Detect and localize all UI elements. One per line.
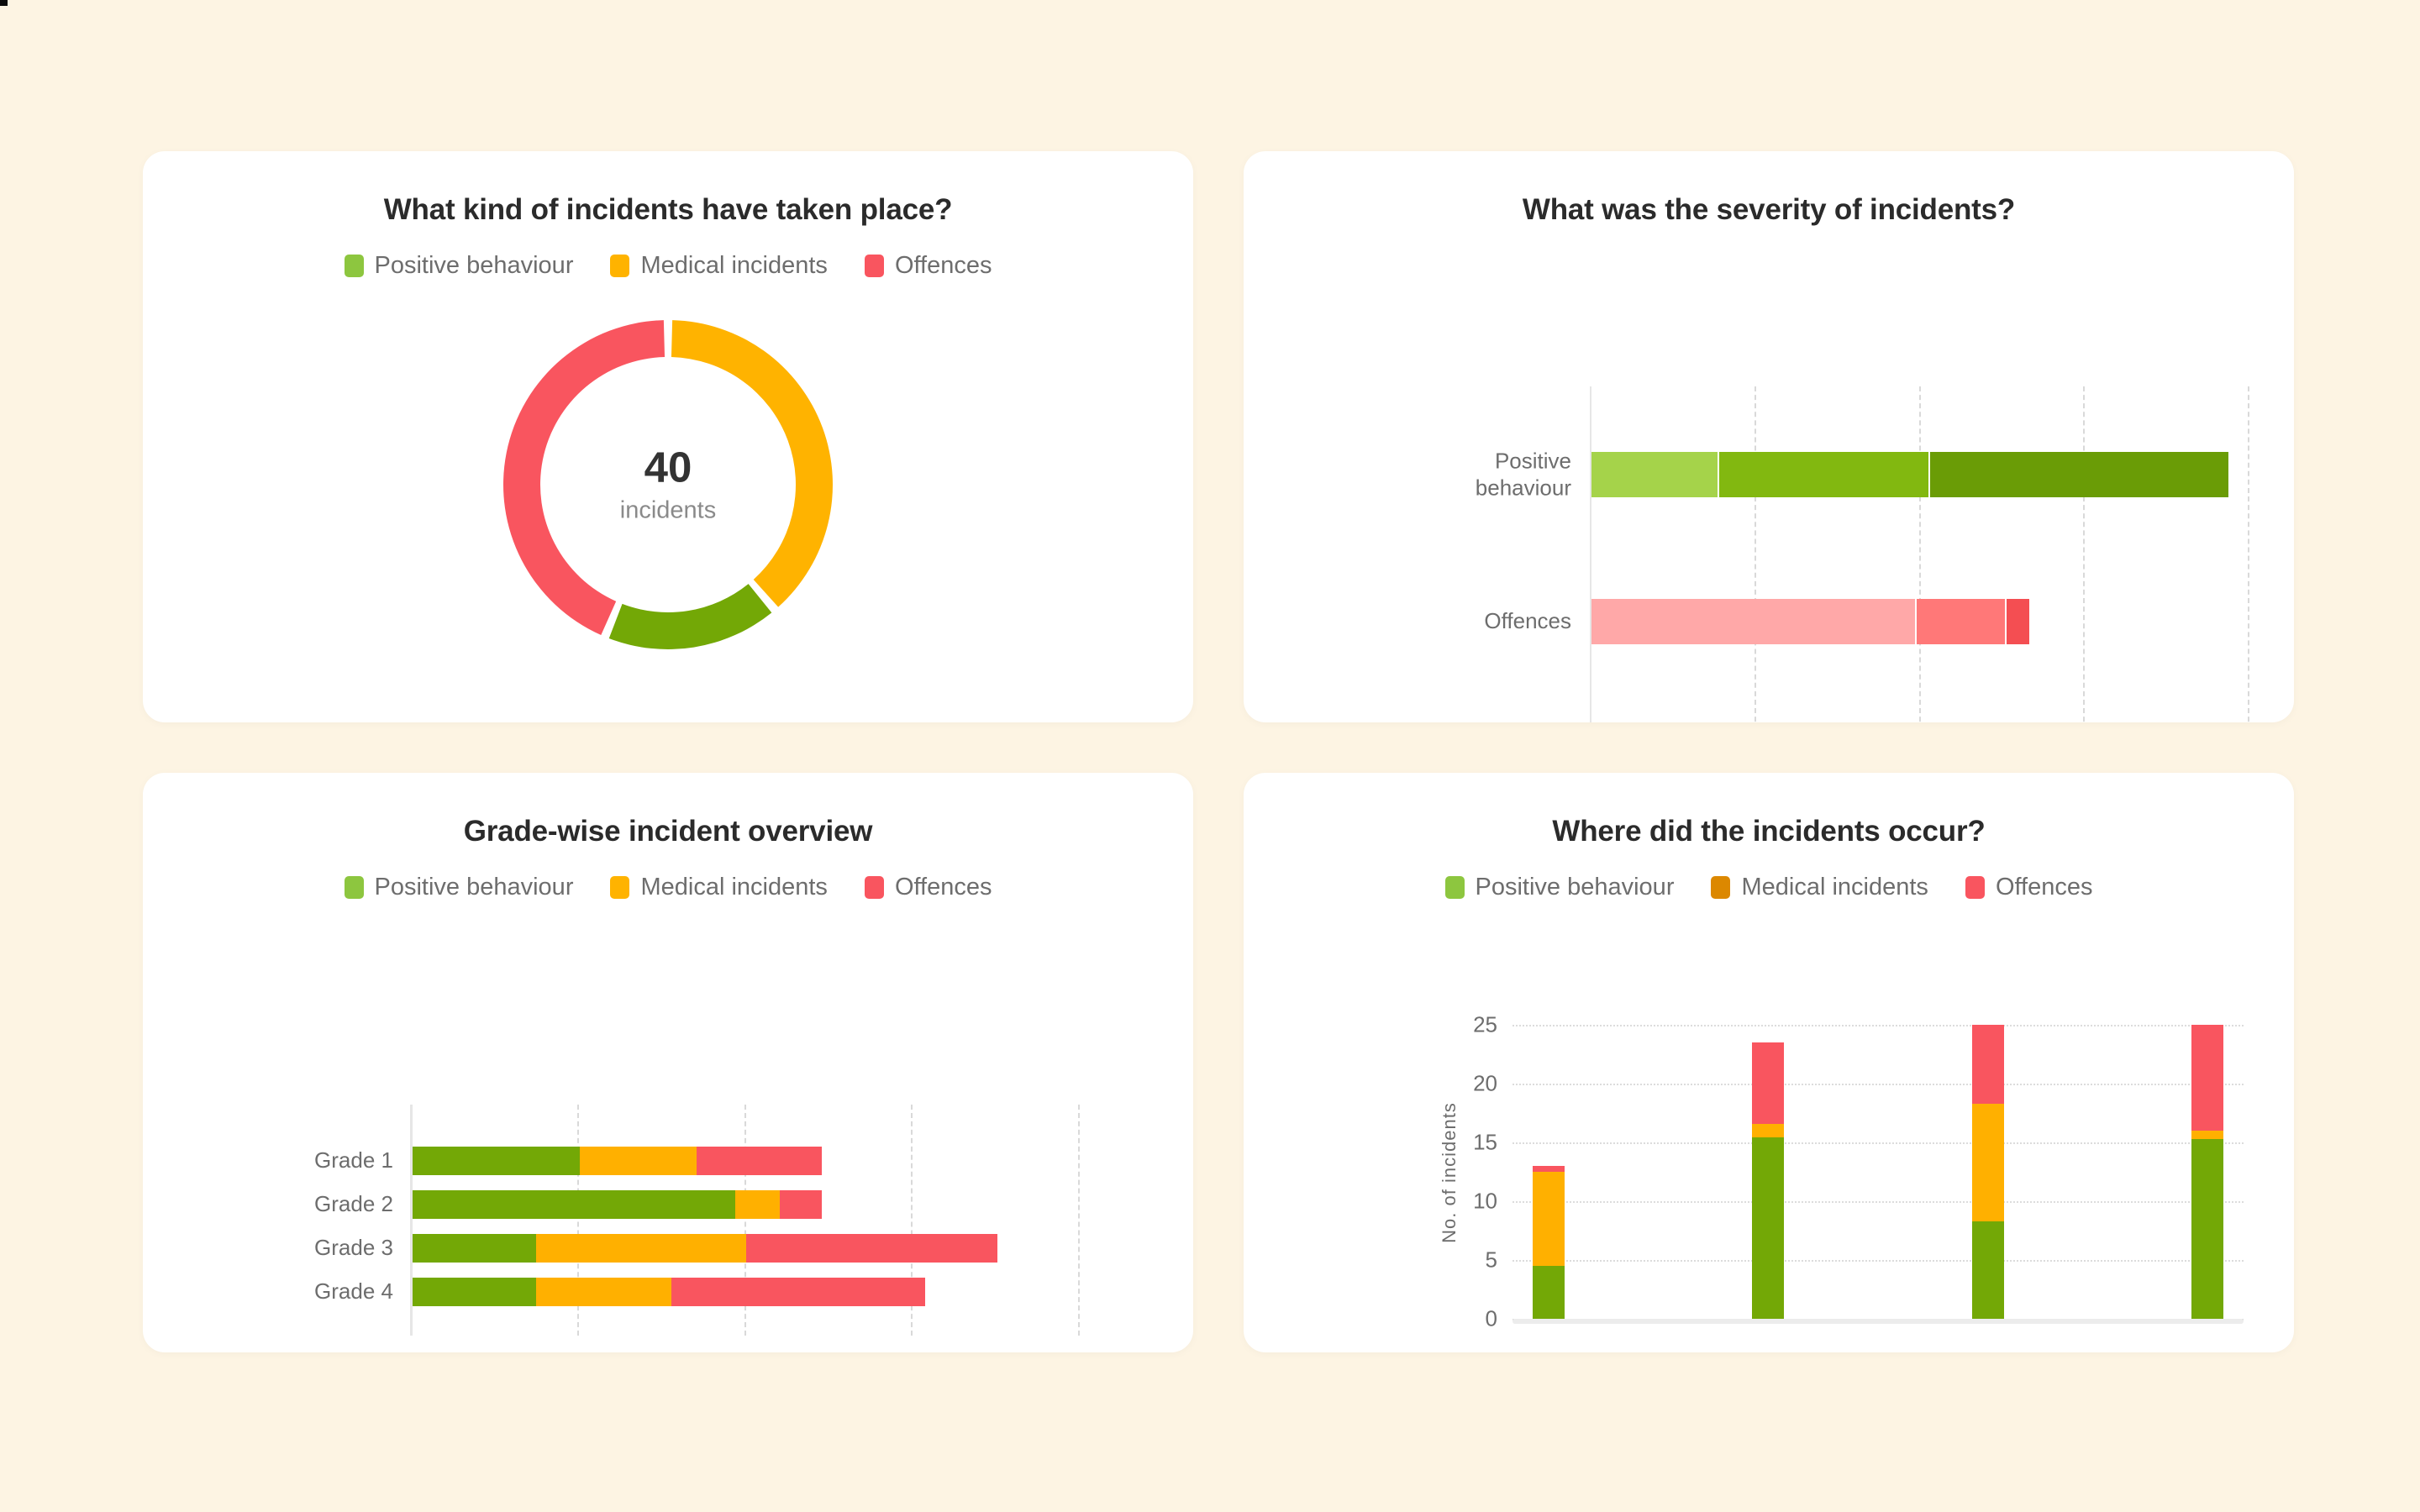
severity-bar-segment xyxy=(1718,452,1931,497)
locations-column-segment[interactable] xyxy=(1971,1103,2004,1221)
grade-bar-grade-3[interactable] xyxy=(413,1234,997,1263)
grade-bar-segment xyxy=(536,1278,672,1306)
locations-column-segment[interactable] xyxy=(1971,1025,2004,1104)
donut-chart[interactable]: 40 incidents xyxy=(492,308,844,661)
grade-bar-grade-4[interactable] xyxy=(413,1278,926,1306)
locations-column-segment[interactable] xyxy=(1533,1172,1565,1266)
locations-y-tick: 25 xyxy=(1473,1011,1497,1037)
grade-bar-segment xyxy=(413,1278,537,1306)
locations-gridline xyxy=(1512,1260,2244,1262)
legend-item-positive-behaviour[interactable]: Positive behaviour xyxy=(344,252,574,280)
dashboard-grid: What kind of incidents have taken place?… xyxy=(143,151,2294,1352)
donut-center-text: 40 incidents xyxy=(492,445,844,525)
donut-total-caption: incidents xyxy=(619,496,717,524)
card-severity: What was the severity of incidents? 0102… xyxy=(1244,151,2294,722)
legend-label-offences: Offences xyxy=(894,252,992,279)
legend-swatch-medical-incidents xyxy=(610,255,630,277)
page-title-incident-types: What kind of incidents have taken place? xyxy=(383,193,953,226)
grade-category-label: Grade 3 xyxy=(314,1235,393,1261)
severity-gridline xyxy=(1754,386,1756,722)
locations-baseline xyxy=(1512,1319,2244,1324)
grade-bar-segment xyxy=(696,1147,822,1175)
locations-column-segment[interactable] xyxy=(2191,1138,2223,1319)
grade-category-label: Grade 2 xyxy=(314,1191,393,1217)
legend-swatch-positive-behaviour xyxy=(344,255,364,277)
top-left-artifact xyxy=(0,0,8,6)
severity-bar-segment xyxy=(1916,599,2007,644)
severity-gridline xyxy=(1918,386,1921,722)
locations-column-segment[interactable] xyxy=(1752,1123,1785,1138)
locations-gridline xyxy=(1512,1025,2244,1026)
legend-label-positive-behaviour: Positive behaviour xyxy=(374,252,574,279)
locations-y-axis-label: No. of incidents xyxy=(1439,1102,1460,1243)
locations-chart[interactable]: 0510152025No. of incidentsMakerspaceCafe… xyxy=(1244,773,2294,1352)
severity-gridline xyxy=(2248,386,2249,722)
grade-category-label: Grade 1 xyxy=(314,1147,393,1173)
locations-column-segment[interactable] xyxy=(1533,1266,1565,1319)
legend-item-medical-incidents[interactable]: Medical incidents xyxy=(610,252,828,280)
severity-bar-offences[interactable] xyxy=(1591,599,2029,644)
severity-y-axis xyxy=(1590,386,1591,722)
grade-bar-segment xyxy=(413,1190,735,1219)
grade-bar-segment xyxy=(579,1147,697,1175)
grade-bar-segment xyxy=(780,1190,822,1219)
severity-chart[interactable]: 010203040Positive behaviourOffencesMedic… xyxy=(1244,151,2294,722)
severity-bar-segment xyxy=(1591,599,1917,644)
card-locations: Where did the incidents occur? Positive … xyxy=(1244,773,2294,1352)
legend-item-offences[interactable]: Offences xyxy=(864,252,992,280)
grade-bar-segment xyxy=(734,1190,781,1219)
locations-column-segment[interactable] xyxy=(1533,1166,1565,1172)
grade-gridline xyxy=(1078,1105,1080,1336)
severity-category-label: Positive behaviour xyxy=(1475,448,1571,500)
grade-overview-chart[interactable]: 010203040Grade 1Grade 2Grade 3Grade 4 xyxy=(143,773,1193,1352)
legend-label-medical-incidents: Medical incidents xyxy=(640,252,828,279)
locations-column-segment[interactable] xyxy=(2191,1131,2223,1139)
grade-bar-segment xyxy=(746,1234,997,1263)
legend-swatch-offences xyxy=(864,255,884,277)
severity-bar-segment xyxy=(1591,452,1719,497)
locations-y-tick: 0 xyxy=(1485,1305,1497,1331)
grade-bar-grade-1[interactable] xyxy=(413,1147,822,1175)
locations-column-segment[interactable] xyxy=(2191,1025,2223,1131)
donut-total-value: 40 xyxy=(644,443,692,491)
card-incident-types: What kind of incidents have taken place?… xyxy=(143,151,1193,722)
severity-bar-segment xyxy=(1930,452,2228,497)
grade-bar-segment xyxy=(671,1278,926,1306)
locations-column-segment[interactable] xyxy=(1752,1042,1785,1124)
severity-bar-positive-behaviour[interactable] xyxy=(1591,452,2228,497)
legend-incident-types: Positive behaviour Medical incidents Off… xyxy=(143,252,1193,280)
grade-bar-grade-2[interactable] xyxy=(413,1190,822,1219)
grade-category-label: Grade 4 xyxy=(314,1278,393,1305)
grade-bar-segment xyxy=(413,1147,580,1175)
locations-column-segment[interactable] xyxy=(1971,1221,2004,1319)
locations-gridline xyxy=(1512,1142,2244,1144)
grade-bar-segment xyxy=(413,1234,537,1263)
locations-column-segment[interactable] xyxy=(1752,1137,1785,1319)
locations-gridline xyxy=(1512,1084,2244,1085)
severity-bar-segment xyxy=(2006,599,2029,644)
donut-segment-positive-behaviour[interactable] xyxy=(608,584,772,649)
card-grade-overview: Grade-wise incident overview Positive be… xyxy=(143,773,1193,1352)
severity-category-label: Offences xyxy=(1484,608,1571,634)
severity-gridline xyxy=(2083,386,2086,722)
grade-bar-segment xyxy=(536,1234,747,1263)
locations-gridline xyxy=(1512,1201,2244,1203)
